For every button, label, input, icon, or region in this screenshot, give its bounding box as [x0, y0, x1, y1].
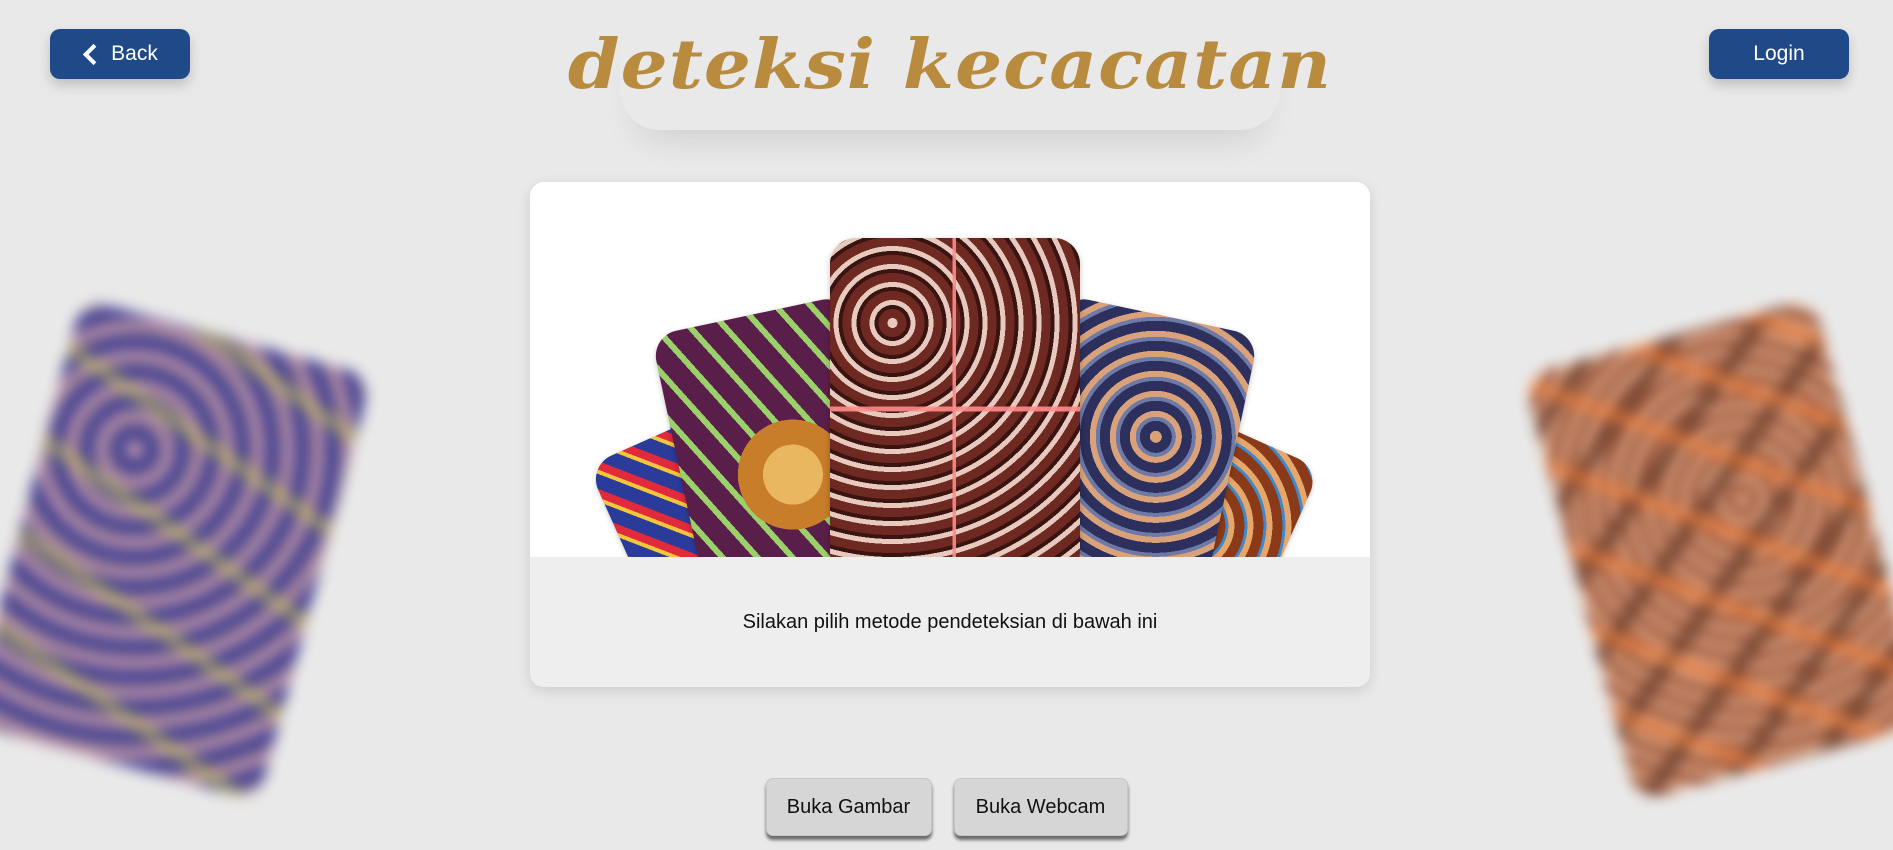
batik-fan: [530, 182, 1370, 557]
back-button-label: Back: [111, 42, 158, 65]
open-image-button[interactable]: Buka Gambar: [765, 778, 932, 836]
instruction-text: Silakan pilih metode pendeteksian di baw…: [742, 610, 1158, 633]
blurred-batik-left: [0, 298, 372, 802]
blurred-batik-right: [1523, 298, 1893, 802]
batik-sample-tile-center: [830, 238, 1080, 557]
open-webcam-button[interactable]: Buka Webcam: [953, 778, 1128, 836]
detection-card: Silakan pilih metode pendeteksian di baw…: [530, 182, 1370, 687]
batik-showcase-image: [530, 182, 1370, 557]
chevron-left-icon: [83, 43, 105, 65]
detection-method-actions: Buka Gambar Buka Webcam: [0, 778, 1893, 836]
page: Back deteksi kecacatan Login Silakan pil…: [0, 0, 1893, 850]
title-banner: deteksi kecacatan: [568, 0, 1331, 130]
login-button[interactable]: Login: [1709, 29, 1849, 79]
instruction-panel: Silakan pilih metode pendeteksian di baw…: [530, 557, 1370, 687]
back-button[interactable]: Back: [50, 29, 190, 79]
page-title: deteksi kecacatan: [567, 25, 1333, 105]
login-button-label: Login: [1753, 42, 1805, 65]
